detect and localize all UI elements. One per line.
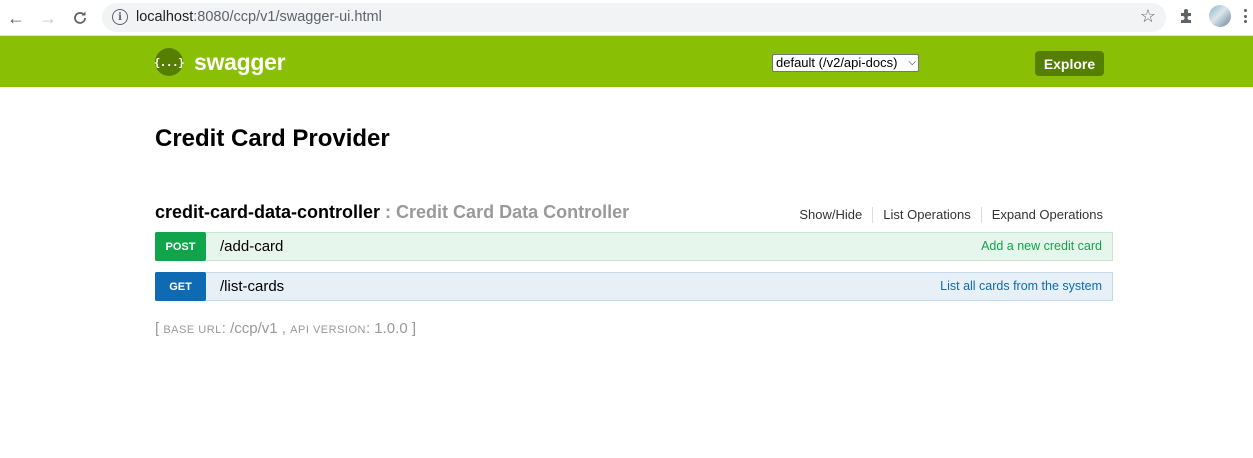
resource-separator: : xyxy=(380,202,397,222)
api-info-footer: [ base url: /ccp/v1 , api version: 1.0.0… xyxy=(155,320,416,337)
url-path: :8080/ccp/v1/swagger-ui.html xyxy=(193,9,382,25)
swagger-header: {...} swagger default (/v2/api-docs) ⌵ E… xyxy=(0,36,1253,87)
reload-icon[interactable] xyxy=(68,6,92,30)
profile-avatar[interactable] xyxy=(1209,5,1231,27)
resource-name-text: credit-card-data-controller xyxy=(155,202,381,222)
api-version-value: 1.0.0 xyxy=(374,320,408,337)
puzzle-icon[interactable] xyxy=(1178,7,1198,27)
expand-operations-link[interactable]: Expand Operations xyxy=(980,207,1103,223)
footer-comma: , xyxy=(277,320,291,337)
http-method-badge[interactable]: POST xyxy=(155,232,206,261)
operation-summary[interactable]: Add a new credit card xyxy=(981,239,1102,253)
resource-heading: credit-card-data-controller : Credit Car… xyxy=(155,201,1113,231)
operation-summary[interactable]: List all cards from the system xyxy=(940,279,1102,293)
base-url-sep: : xyxy=(221,320,231,337)
api-title: Credit Card Provider xyxy=(155,125,390,152)
swagger-brand[interactable]: swagger xyxy=(194,49,286,76)
operation-path[interactable]: /list-cards xyxy=(220,278,284,295)
kebab-menu-icon[interactable] xyxy=(1244,9,1250,25)
list-operations-link[interactable]: List Operations xyxy=(872,207,980,223)
star-icon[interactable]: ☆ xyxy=(1140,6,1156,27)
base-url-label: base url xyxy=(163,324,222,336)
operation-list-cards[interactable]: GET /list-cards List all cards from the … xyxy=(155,272,1113,301)
operation-path[interactable]: /add-card xyxy=(220,238,283,255)
resource-description: Credit Card Data Controller xyxy=(396,202,630,222)
base-url-value: /ccp/v1 xyxy=(230,320,278,337)
explore-button[interactable]: Explore xyxy=(1035,51,1104,76)
footer-bracket-close: ] xyxy=(407,320,417,337)
resource-section: credit-card-data-controller : Credit Car… xyxy=(155,201,1113,301)
operation-add-card[interactable]: POST /add-card Add a new credit card xyxy=(155,232,1113,261)
forward-icon[interactable]: → xyxy=(36,6,60,30)
swagger-logo-icon[interactable]: {...} xyxy=(154,48,185,76)
info-icon[interactable]: i xyxy=(112,9,128,25)
resource-name[interactable]: credit-card-data-controller : Credit Car… xyxy=(155,202,629,223)
browser-toolbar: ← → i localhost:8080/ccp/v1/swagger-ui.h… xyxy=(0,0,1253,36)
address-bar[interactable]: i localhost:8080/ccp/v1/swagger-ui.html … xyxy=(102,3,1166,32)
resource-links: Show/Hide List Operations Expand Operati… xyxy=(799,207,1103,223)
spec-select-value: default (/v2/api-docs) xyxy=(776,55,898,70)
url-text[interactable]: localhost:8080/ccp/v1/swagger-ui.html xyxy=(136,9,382,25)
spec-select[interactable]: default (/v2/api-docs) ⌵ xyxy=(772,54,919,72)
show-hide-link[interactable]: Show/Hide xyxy=(799,207,872,223)
url-host: localhost xyxy=(136,9,194,25)
http-method-badge[interactable]: GET xyxy=(155,272,206,301)
chevron-down-icon: ⌵ xyxy=(908,57,916,68)
api-version-label: api version xyxy=(290,324,366,336)
back-icon[interactable]: ← xyxy=(4,6,28,30)
